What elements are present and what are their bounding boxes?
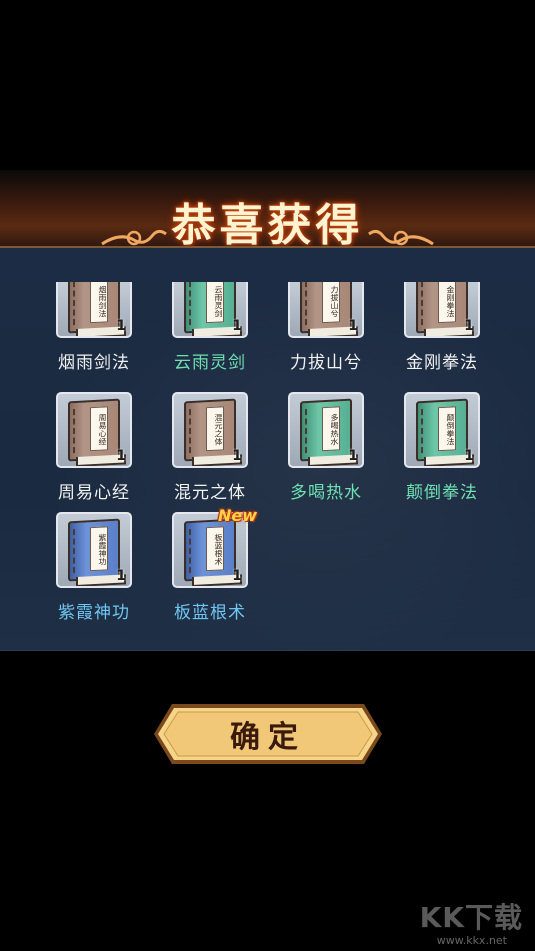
- book-cover-label: 紫霞神功: [90, 526, 108, 572]
- reward-item[interactable]: 颠倒拳法 1 颠倒拳法: [392, 392, 492, 503]
- item-icon-frame: 云雨灵剑 1: [172, 282, 248, 338]
- item-icon-frame: 混元之体 1: [172, 392, 248, 468]
- item-quantity: 1: [464, 448, 474, 464]
- item-icon-frame: 多喝热水 1: [288, 392, 364, 468]
- item-quantity: 1: [116, 448, 126, 464]
- skill-book-icon: 紫霞神功: [68, 518, 126, 586]
- book-binding: [73, 528, 76, 574]
- item-quantity: 1: [232, 568, 242, 584]
- skill-book-icon: 混元之体: [184, 398, 242, 466]
- item-quantity: 1: [116, 318, 126, 334]
- skill-book-icon: 周易心经: [68, 398, 126, 466]
- item-quantity: 1: [464, 318, 474, 334]
- reward-item[interactable]: 金刚拳法 1 金刚拳法: [392, 282, 492, 373]
- skill-book-icon: 力拔山兮: [300, 282, 358, 336]
- book-cover-label: 多喝热水: [322, 406, 340, 452]
- reward-title: 恭喜获得: [171, 200, 364, 251]
- book-cover-label: 力拔山兮: [322, 282, 340, 324]
- skill-book-icon: 多喝热水: [300, 398, 358, 466]
- item-quantity: 1: [348, 318, 358, 334]
- book-binding: [73, 282, 76, 326]
- book-binding: [189, 528, 192, 574]
- item-name: 烟雨剑法: [58, 353, 130, 373]
- book-cover-label: 烟雨剑法: [90, 282, 108, 324]
- watermark-url: www.kkx.net: [436, 934, 507, 947]
- book-cover-label: 金刚拳法: [438, 282, 456, 324]
- reward-item[interactable]: 多喝热水 1 多喝热水: [276, 392, 376, 503]
- skill-book-icon: 板蓝根术: [184, 518, 242, 586]
- item-name: 混元之体: [174, 483, 246, 503]
- item-quantity: 1: [232, 318, 242, 334]
- book-binding: [189, 408, 192, 454]
- item-name: 金刚拳法: [406, 353, 478, 373]
- item-icon-frame: 颠倒拳法 1: [404, 392, 480, 468]
- reward-item[interactable]: 板蓝根术 1 板蓝根术 New: [160, 506, 260, 623]
- book-binding: [421, 408, 424, 454]
- book-binding: [305, 282, 308, 326]
- book-binding: [189, 282, 192, 326]
- item-quantity: 1: [348, 448, 358, 464]
- reward-item[interactable]: 混元之体 1 混元之体: [160, 392, 260, 503]
- reward-item[interactable]: 力拔山兮 1 力拔山兮: [276, 282, 376, 373]
- item-name: 云雨灵剑: [174, 353, 246, 373]
- skill-book-icon: 颠倒拳法: [416, 398, 474, 466]
- skill-book-icon: 烟雨剑法: [68, 282, 126, 336]
- item-icon-frame: 紫霞神功 1: [56, 512, 132, 588]
- item-quantity: 1: [232, 448, 242, 464]
- item-name: 周易心经: [58, 483, 130, 503]
- item-icon-frame: 周易心经 1: [56, 392, 132, 468]
- item-name: 多喝热水: [290, 483, 362, 503]
- item-icon-frame: 力拔山兮 1: [288, 282, 364, 338]
- skill-book-icon: 金刚拳法: [416, 282, 474, 336]
- confirm-button-label: 确定: [230, 720, 306, 755]
- watermark-logo: KK下载: [419, 901, 523, 934]
- item-name: 力拔山兮: [290, 353, 362, 373]
- item-icon-frame: 金刚拳法 1: [404, 282, 480, 338]
- book-cover-label: 周易心经: [90, 406, 108, 452]
- reward-item[interactable]: 紫霞神功 1 紫霞神功: [44, 512, 144, 623]
- item-quantity: 1: [116, 568, 126, 584]
- book-binding: [73, 408, 76, 454]
- reward-item[interactable]: 烟雨剑法 1 烟雨剑法: [44, 282, 144, 373]
- reward-item[interactable]: 云雨灵剑 1 云雨灵剑: [160, 282, 260, 373]
- book-cover-label: 混元之体: [206, 406, 224, 452]
- book-cover-label: 板蓝根术: [206, 526, 224, 572]
- book-binding: [305, 408, 308, 454]
- reward-item[interactable]: 周易心经 1 周易心经: [44, 392, 144, 503]
- skill-book-icon: 云雨灵剑: [184, 282, 242, 336]
- item-icon-frame: 烟雨剑法 1: [56, 282, 132, 338]
- book-binding: [421, 282, 424, 326]
- confirm-button[interactable]: 确定: [152, 702, 384, 766]
- item-name: 颠倒拳法: [406, 483, 478, 503]
- new-badge: New: [218, 506, 258, 525]
- item-name: 板蓝根术: [174, 603, 246, 623]
- book-cover-label: 云雨灵剑: [206, 282, 224, 324]
- book-cover-label: 颠倒拳法: [438, 406, 456, 452]
- item-name: 紫霞神功: [58, 603, 130, 623]
